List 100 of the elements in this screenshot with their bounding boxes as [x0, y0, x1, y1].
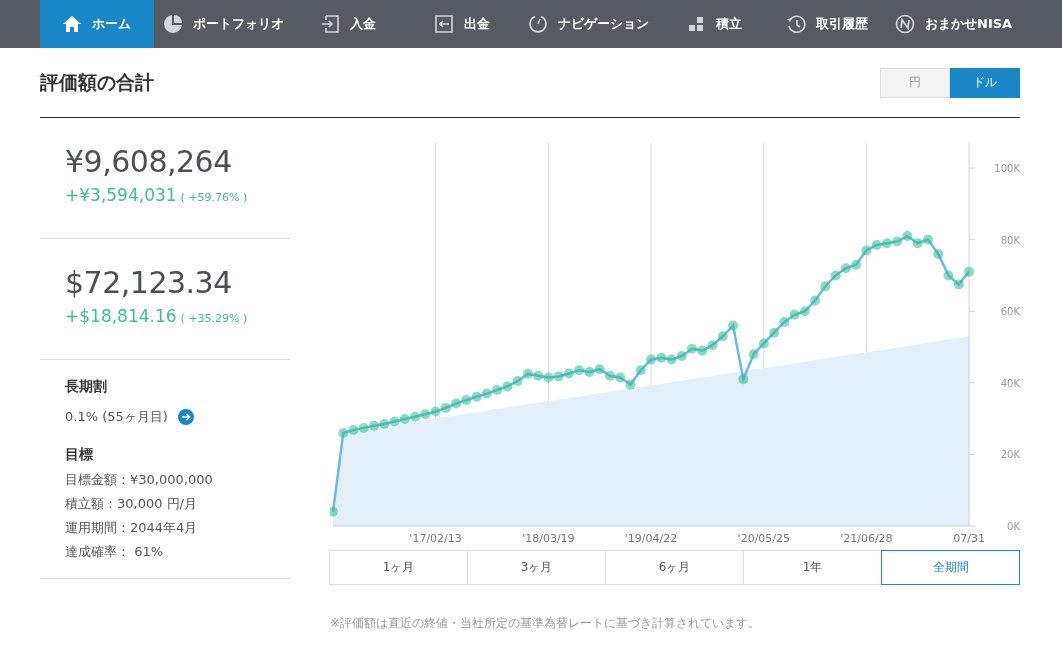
x-tick-label: '21/06/28	[840, 532, 893, 545]
data-point	[635, 365, 646, 376]
data-point	[594, 364, 605, 375]
x-tick-label: '19/04/22	[624, 532, 678, 545]
data-point	[810, 295, 821, 306]
long-term-heading: 長期割	[65, 378, 108, 396]
x-tick-label: '20/05/25	[737, 532, 791, 545]
data-point	[861, 245, 872, 256]
data-point	[604, 370, 615, 381]
data-point	[933, 248, 944, 259]
x-tick-label: '17/02/13	[409, 532, 462, 545]
data-point	[440, 402, 451, 413]
nav-tab[interactable]: ナビゲーション	[519, 0, 677, 48]
y-tick-label: 20K	[1000, 449, 1020, 461]
data-point	[666, 354, 677, 365]
data-point	[943, 270, 954, 281]
nav-tab[interactable]: 取引履歴	[777, 0, 886, 48]
nav-tab[interactable]: おまかせNISA	[886, 0, 1036, 48]
data-point	[881, 238, 892, 249]
data-point	[871, 240, 882, 250]
period-button[interactable]: 全期間	[881, 550, 1020, 585]
gain-amount: +¥3,594,031	[65, 185, 177, 205]
y-tick-label: 40K	[1000, 377, 1020, 389]
data-point	[707, 340, 718, 351]
data-point	[902, 231, 913, 242]
arrow-in-box-icon	[320, 14, 340, 34]
data-point	[410, 411, 421, 422]
y-tick-label: 0K	[1007, 521, 1020, 532]
arrow-out-box-icon	[434, 14, 454, 34]
blocks-icon	[686, 14, 706, 34]
total-amount: $72,123.34	[65, 265, 233, 300]
nav-tab[interactable]: 積立	[677, 0, 777, 48]
data-point	[830, 270, 841, 281]
data-point	[646, 354, 656, 365]
data-point	[563, 368, 574, 379]
data-point	[348, 425, 359, 436]
period-button[interactable]: 1年	[743, 550, 882, 585]
data-point	[738, 374, 749, 385]
x-tick-label: 07/31	[953, 532, 985, 545]
period-button[interactable]: 1ヶ月	[329, 550, 468, 585]
data-point	[687, 343, 698, 354]
goal-detail: 達成確率： 61%	[65, 543, 165, 561]
data-point	[964, 266, 974, 277]
data-point	[892, 236, 903, 247]
history-icon	[786, 14, 806, 34]
data-point	[389, 416, 400, 427]
data-point	[369, 420, 380, 431]
footnote: ※評価額は直近の終値・当社所定の基準為替レートに基づき計算されています。	[330, 615, 762, 632]
gain-percent: ( +35.29% )	[180, 312, 248, 325]
data-point	[420, 409, 431, 420]
goal-detail: 積立額：30,000 円/月	[65, 495, 198, 513]
data-point	[492, 385, 503, 395]
data-point	[522, 368, 533, 379]
data-point	[820, 281, 831, 292]
data-point	[758, 338, 769, 349]
data-point	[912, 238, 923, 249]
section-title: 評価額の合計	[40, 69, 154, 95]
data-point	[338, 427, 349, 438]
data-point	[840, 263, 851, 274]
nav-tab[interactable]: 出金	[425, 0, 519, 48]
data-point	[451, 398, 462, 409]
goal-detail: 目標金額：¥30,000,000	[65, 471, 214, 489]
data-point	[358, 422, 369, 433]
data-point	[697, 345, 708, 356]
gain-percent: ( +59.76% )	[180, 191, 248, 204]
pie-chart-icon	[163, 14, 183, 34]
data-point	[676, 351, 687, 361]
long-term-value: 0.1% (55ヶ月目)	[65, 408, 168, 426]
data-point	[953, 279, 964, 290]
data-point	[789, 309, 800, 320]
data-point	[584, 367, 595, 378]
data-point	[533, 370, 544, 381]
data-point	[656, 352, 667, 363]
arrow-right-icon[interactable]	[177, 409, 194, 425]
currency-toggle-button[interactable]: ドル	[950, 67, 1020, 98]
x-tick-label: '18/03/19	[522, 532, 575, 545]
data-point	[399, 414, 410, 424]
y-tick-label: 100K	[994, 163, 1020, 175]
data-point	[851, 259, 862, 270]
nav-tab[interactable]: ポートフォリオ	[154, 0, 311, 48]
data-point	[922, 234, 933, 245]
data-point	[481, 388, 492, 399]
data-point	[574, 365, 585, 376]
nav-tab[interactable]: 入金	[311, 0, 425, 48]
data-point	[799, 306, 810, 317]
goal-detail: 運用期間：2044年4月	[65, 519, 199, 537]
data-point	[461, 395, 472, 405]
data-point	[728, 320, 739, 331]
data-point	[625, 379, 636, 390]
goal-heading: 目標	[65, 446, 94, 464]
period-button[interactable]: 3ヶ月	[467, 550, 606, 585]
period-button[interactable]: 6ヶ月	[605, 550, 744, 585]
y-tick-label: 80K	[1000, 234, 1020, 246]
nav-tab[interactable]: ホーム	[40, 0, 154, 48]
data-point	[430, 406, 441, 417]
home-icon	[62, 14, 82, 34]
data-point	[471, 391, 482, 402]
data-point	[748, 349, 759, 360]
logo-icon	[895, 14, 915, 34]
data-point	[330, 506, 338, 517]
